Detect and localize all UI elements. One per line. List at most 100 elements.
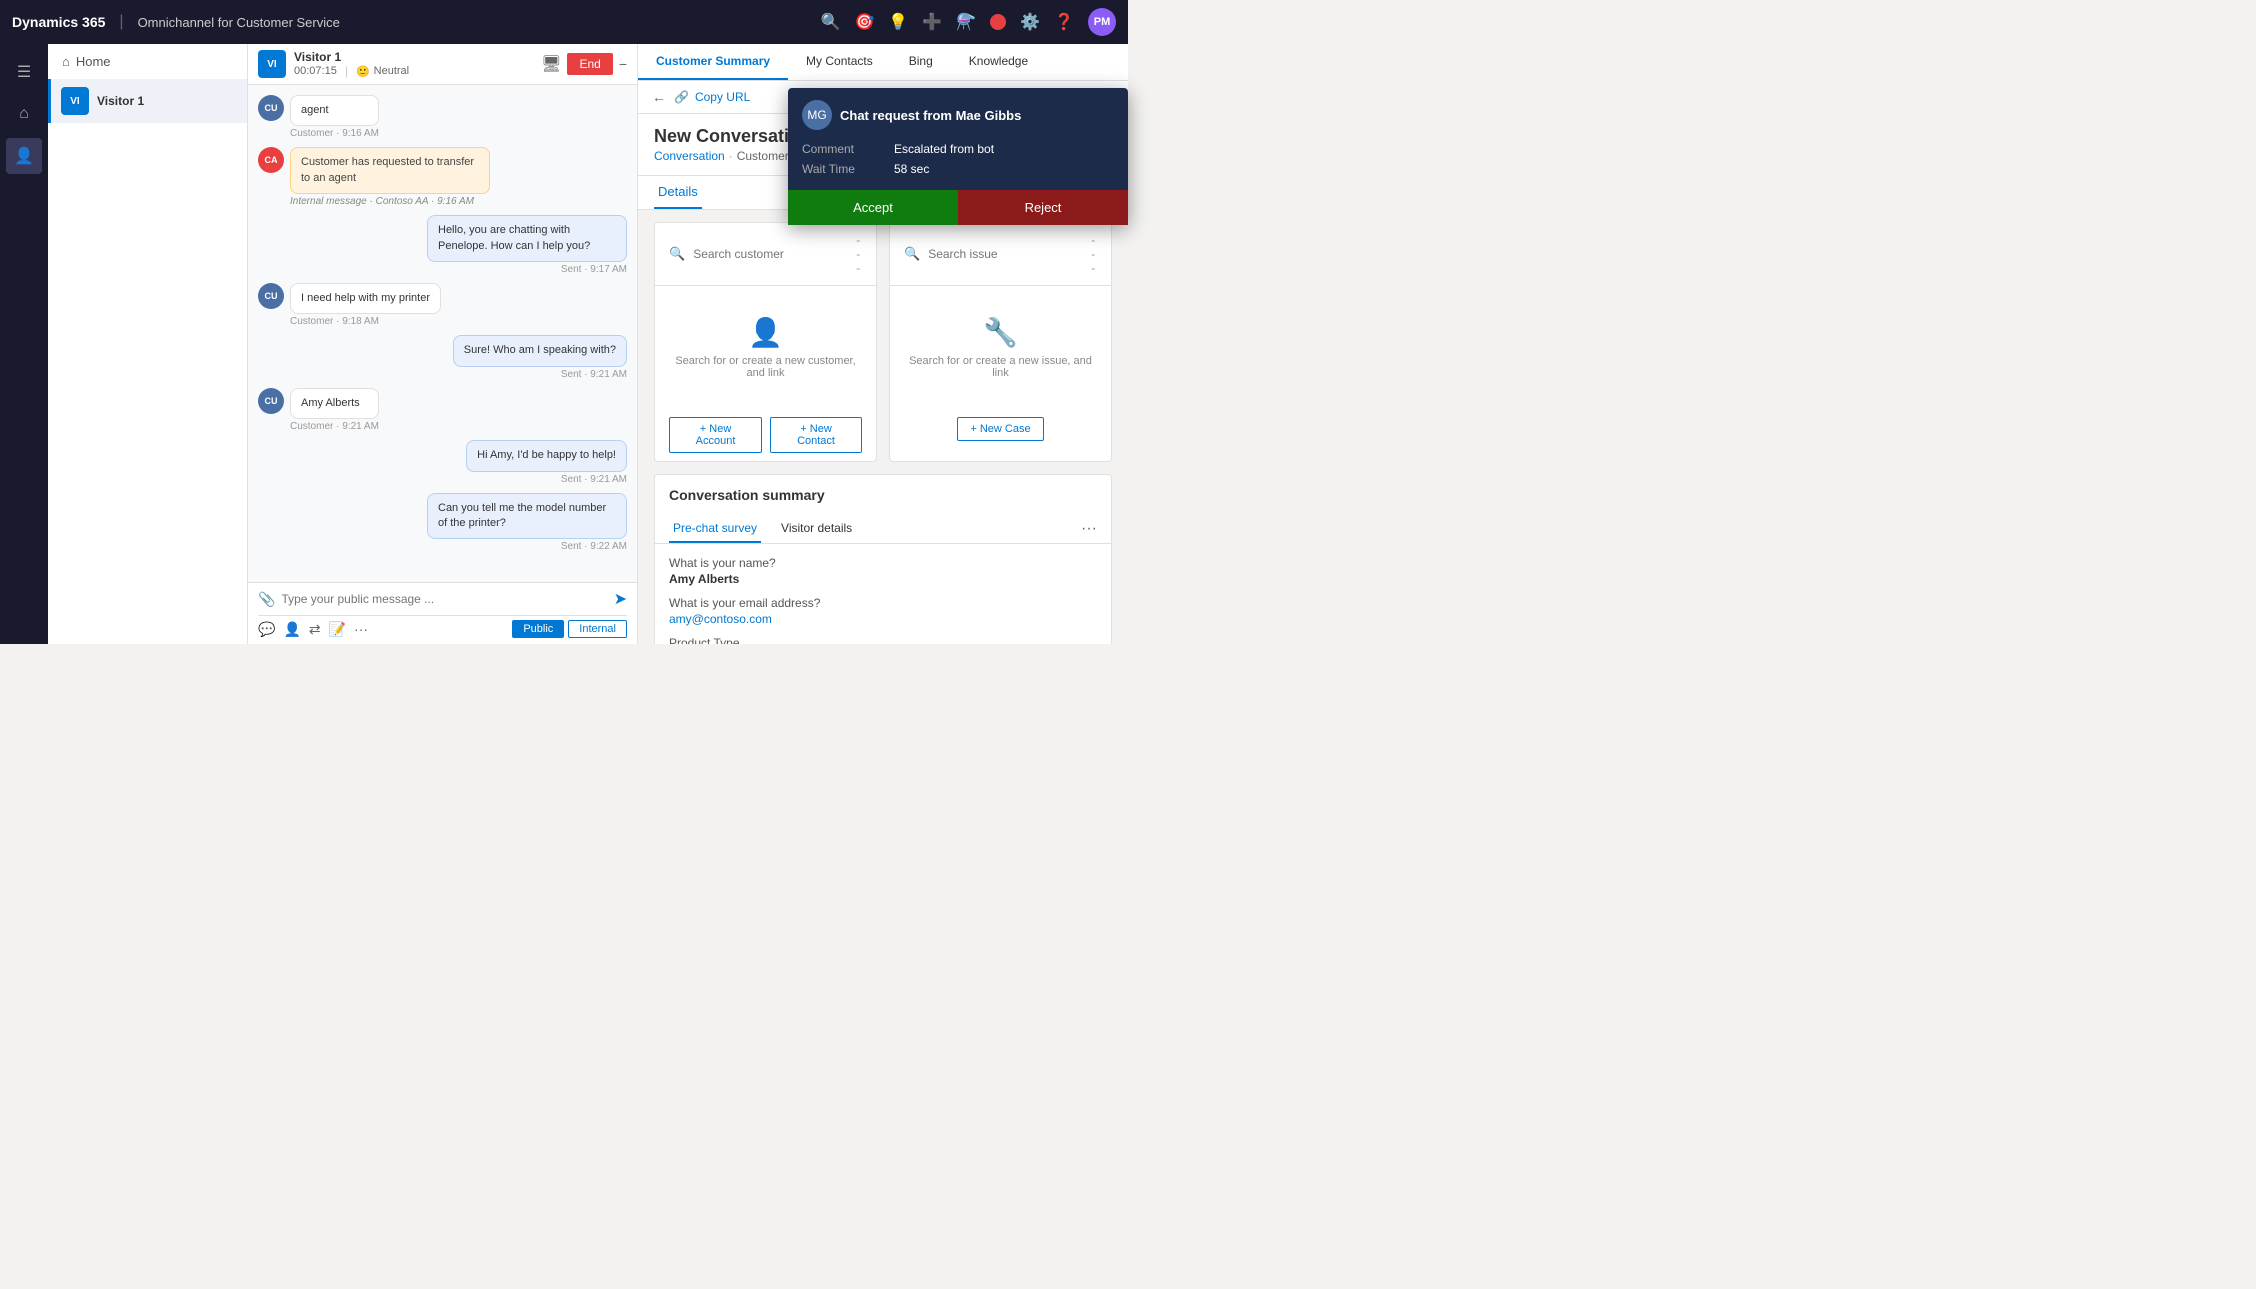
target-icon[interactable]: 🎯 [854, 12, 874, 32]
message-8: Can you tell me the model number of the … [258, 493, 627, 553]
visitor-conv-item[interactable]: VI Visitor 1 [48, 79, 247, 123]
breadcrumb-link[interactable]: Conversation [654, 149, 725, 163]
msg-avatar-2: CA [258, 147, 284, 173]
new-case-button[interactable]: + New Case [957, 417, 1043, 441]
chat-visitor-details: Visitor 1 00:07:15 | 🙂 Neutral [294, 50, 409, 78]
msg-body-7: Hi Amy, I'd be happy to help! Sent · 9:2… [466, 440, 627, 484]
breadcrumb-separator: · [729, 149, 733, 163]
msg-internal-2: Internal message · Contoso AA · 9:16 AM [290, 196, 490, 207]
copy-url-button[interactable]: 🔗 Copy URL [674, 90, 750, 104]
summary-title: Conversation summary [655, 475, 1111, 515]
msg-meta-4: Customer · 9:18 AM [290, 316, 441, 327]
notification-actions: Accept Reject [788, 190, 1128, 225]
msg-body-5: Sure! Who am I speaking with? Sent · 9:2… [453, 335, 627, 379]
customer-search-bar: 🔍 --- [655, 223, 876, 286]
left-panel: ⌂ Home VI Visitor 1 [48, 44, 248, 644]
plus-icon[interactable]: ➕ [922, 12, 942, 32]
chat-input[interactable] [281, 592, 607, 606]
new-contact-button[interactable]: + New Contact [770, 417, 862, 453]
issue-search-dots: --- [1091, 233, 1097, 275]
screen-icon[interactable]: 🖥 [541, 54, 561, 74]
sidebar-visitor-icon[interactable]: 👤 [6, 138, 42, 174]
internal-mode-button[interactable]: Internal [568, 620, 627, 638]
chat-header-left: VI Visitor 1 00:07:15 | 🙂 Neutral [258, 50, 409, 78]
help-icon[interactable]: ❓ [1054, 12, 1074, 32]
msg-body-3: Hello, you are chatting with Penelope. H… [427, 215, 627, 275]
sidebar: ☰ ⌂ 👤 [0, 44, 48, 644]
pre-chat-survey-tab[interactable]: Pre-chat survey [669, 515, 761, 543]
wait-time-key: Wait Time [802, 162, 882, 176]
name-label: What is your name? [669, 556, 1097, 570]
issue-search-input[interactable] [928, 247, 1083, 261]
notification-popup: MG Chat request from Mae Gibbs Comment E… [788, 88, 1128, 225]
nav-separator: | [119, 13, 123, 31]
visitor-info: Visitor 1 [97, 94, 237, 108]
customer-card: 🔍 --- 👤 Search for or create a new custo… [654, 222, 877, 462]
chat-icon-1[interactable]: 💬 [258, 621, 275, 638]
home-label: Home [76, 54, 111, 69]
search-icon[interactable]: 🔍 [821, 12, 841, 32]
back-button[interactable]: ← [652, 89, 666, 105]
minimize-button[interactable]: − [619, 56, 627, 72]
message-4: CU I need help with my printer Customer … [258, 283, 627, 327]
chat-messages: CU agent Customer · 9:16 AM CA Customer … [248, 85, 637, 582]
end-chat-button[interactable]: End [567, 53, 612, 75]
reject-button[interactable]: Reject [958, 190, 1128, 225]
message-7: Hi Amy, I'd be happy to help! Sent · 9:2… [258, 440, 627, 484]
msg-avatar-4: CU [258, 283, 284, 309]
summary-field-email: What is your email address? amy@contoso.… [669, 596, 1097, 626]
msg-body-4: I need help with my printer Customer · 9… [290, 283, 441, 327]
filter-icon[interactable]: ⚗️ [956, 12, 976, 32]
issue-search-bar: 🔍 --- [890, 223, 1111, 286]
visitor-details-tab[interactable]: Visitor details [777, 515, 856, 543]
new-account-button[interactable]: + New Account [669, 417, 762, 453]
summary-field-name: What is your name? Amy Alberts [669, 556, 1097, 586]
summary-tabs: Pre-chat survey Visitor details ··· [655, 515, 1111, 544]
search-icon-2: 🔍 [904, 246, 920, 262]
customer-search-input[interactable] [693, 247, 848, 261]
name-value: Amy Alberts [669, 572, 1097, 586]
user-avatar[interactable]: PM [1088, 8, 1116, 36]
accept-button[interactable]: Accept [788, 190, 958, 225]
settings-icon[interactable]: ⚙️ [1020, 12, 1040, 32]
msg-bubble-8: Can you tell me the model number of the … [427, 493, 627, 540]
tab-knowledge[interactable]: Knowledge [951, 44, 1046, 80]
summary-more-button[interactable]: ··· [1081, 520, 1097, 538]
person-icon: 👤 [748, 316, 783, 349]
chat-input-area: 📎 ➤ 💬 👤 ⇄ 📝 ··· Public Internal [248, 582, 637, 644]
issue-hint-text: Search for or create a new issue, and li… [904, 355, 1097, 379]
divider: | [345, 64, 348, 78]
conversation-summary-card: Conversation summary Pre-chat survey Vis… [654, 474, 1112, 644]
copy-url-label: Copy URL [695, 90, 750, 104]
issue-card-actions: + New Case [890, 409, 1111, 449]
msg-bubble-2: Customer has requested to transfer to an… [290, 147, 490, 194]
msg-body-2: Customer has requested to transfer to an… [290, 147, 490, 207]
chat-icon-2[interactable]: 👤 [283, 621, 300, 638]
tab-my-contacts[interactable]: My Contacts [788, 44, 891, 80]
tab-customer-summary[interactable]: Customer Summary [638, 44, 788, 80]
details-tab[interactable]: Details [654, 176, 702, 209]
lightbulb-icon[interactable]: 💡 [888, 12, 908, 32]
sidebar-menu-toggle[interactable]: ☰ [6, 54, 42, 90]
notification-body: Comment Escalated from bot Wait Time 58 … [788, 142, 1128, 190]
app-name: Omnichannel for Customer Service [138, 15, 340, 30]
attach-button[interactable]: 📎 [258, 591, 275, 608]
notification-avatar: MG [802, 100, 832, 130]
tab-bing[interactable]: Bing [891, 44, 951, 80]
msg-meta-1: Customer · 9:16 AM [290, 128, 379, 139]
message-6: CU Amy Alberts Customer · 9:21 AM [258, 388, 627, 432]
chat-icon-4[interactable]: 📝 [329, 621, 346, 638]
email-value: amy@contoso.com [669, 612, 1097, 626]
customer-hint-text: Search for or create a new customer, and… [669, 355, 862, 379]
chat-panel: VI Visitor 1 00:07:15 | 🙂 Neutral 🖥 End [248, 44, 638, 644]
msg-bubble-4: I need help with my printer [290, 283, 441, 314]
product-label: Product Type [669, 636, 1097, 644]
sidebar-home-icon[interactable]: ⌂ [6, 96, 42, 132]
public-mode-button[interactable]: Public [512, 620, 564, 638]
chat-more-icon[interactable]: ··· [354, 621, 368, 637]
chat-icon-3[interactable]: ⇄ [309, 621, 321, 638]
send-button[interactable]: ➤ [614, 589, 627, 609]
message-2: CA Customer has requested to transfer to… [258, 147, 627, 207]
home-nav-item[interactable]: ⌂ Home [48, 44, 247, 79]
chat-visitor-avatar: VI [258, 50, 286, 78]
